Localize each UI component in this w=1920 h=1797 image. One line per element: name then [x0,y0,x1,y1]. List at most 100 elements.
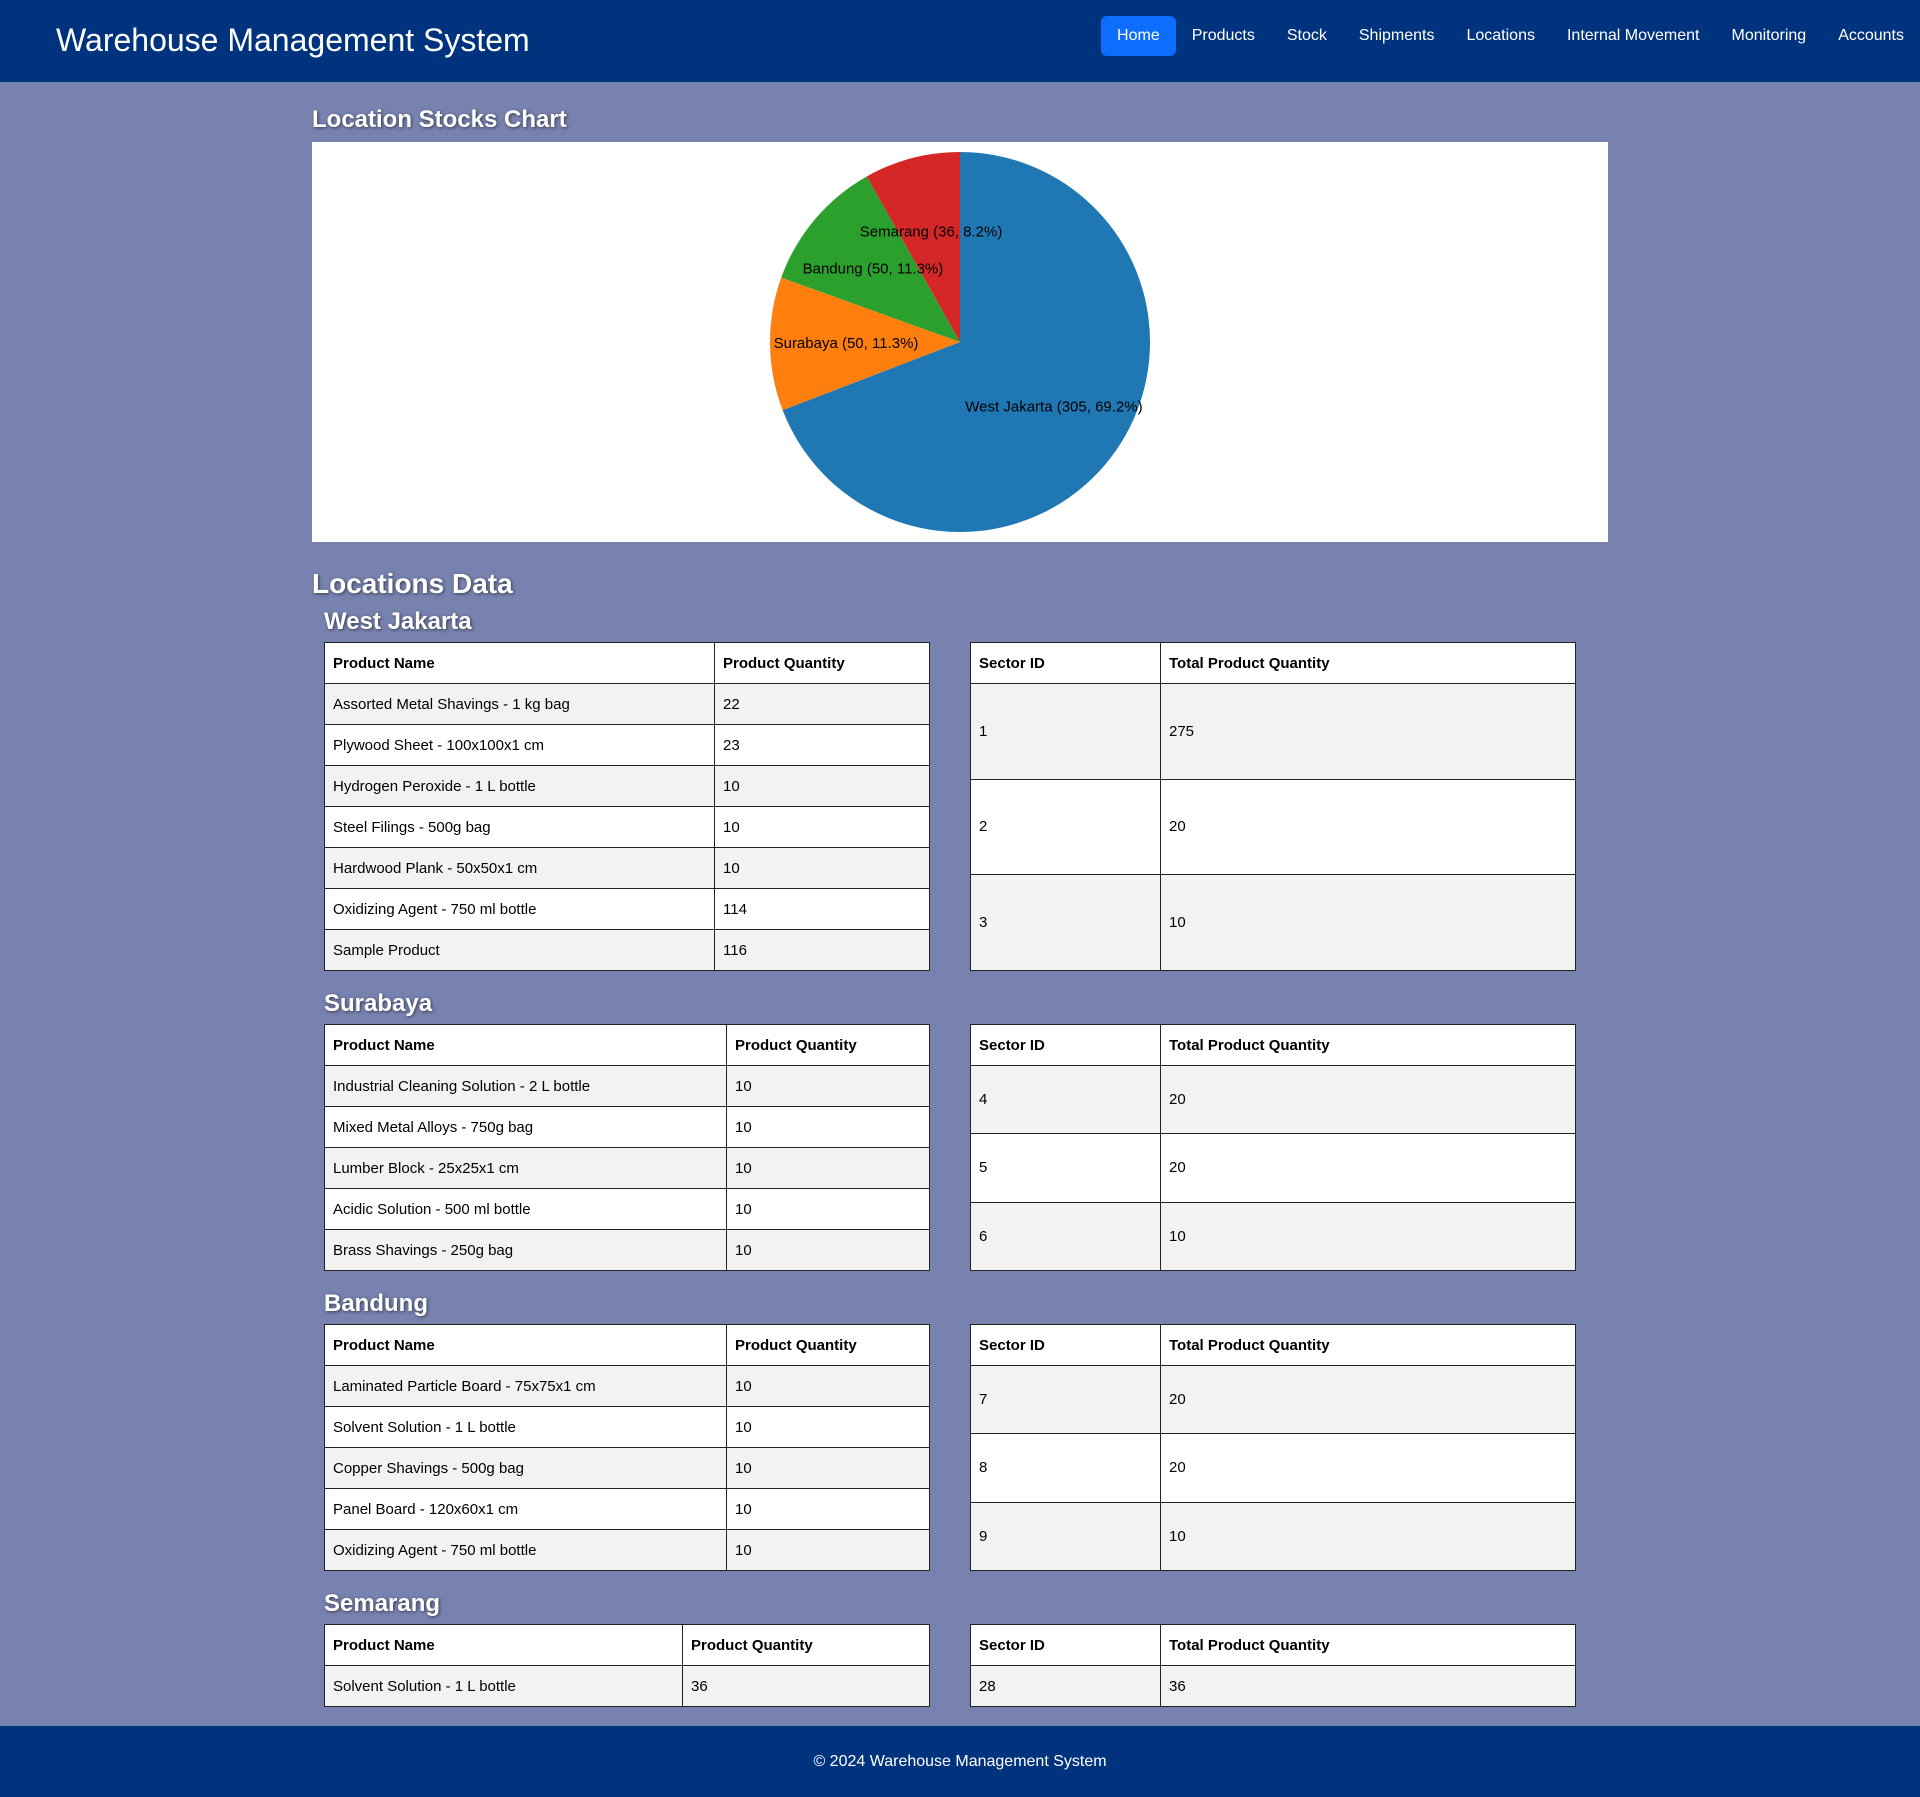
location-name: Surabaya [324,990,433,1017]
sector-id-cell: 7 [970,1364,1161,1435]
table-row: Plywood Sheet - 100x100x1 cm 23 [324,724,930,766]
nav-shipments[interactable]: Shipments [1343,16,1451,56]
header-product-name: Product Name [324,1324,727,1366]
nav-locations[interactable]: Locations [1450,16,1551,56]
table-row: 28 36 [970,1665,1576,1707]
sector-id-cell: 9 [970,1501,1161,1571]
location-stocks-chart: West Jakarta (305, 69.2%) Surabaya (50, 1… [312,142,1608,542]
product-name-cell: Mixed Metal Alloys - 750g bag [324,1106,727,1148]
product-name-cell: Plywood Sheet - 100x100x1 cm [324,724,715,766]
sector-total-cell: 20 [1160,778,1576,876]
main-nav: Home Products Stock Shipments Locations Inter… [1101,16,1920,56]
table-row: Solvent Solution - 1 L bottle 10 [324,1406,930,1448]
sectors-table: Sector ID Total Product Quantity 7 20 8 20 9 10 [970,1324,1576,1571]
header-sector-id: Sector ID [970,1024,1161,1066]
location-block: West Jakarta Product Name Product Quantity… [324,604,1576,971]
product-quantity-cell: 10 [726,1488,930,1530]
table-row: Lumber Block - 25x25x1 cm 10 [324,1147,930,1189]
product-name-cell: Hardwood Plank - 50x50x1 cm [324,847,715,889]
header-sector-id: Sector ID [970,1624,1161,1666]
table-row: 4 20 [970,1064,1576,1135]
sector-total-cell: 10 [1160,1501,1576,1571]
location-name: Bandung [324,1290,428,1317]
product-quantity-cell: 10 [726,1065,930,1107]
location-block: Semarang Product Name Product Quantity Solv… [324,1586,1576,1707]
product-name-cell: Solvent Solution - 1 L bottle [324,1665,683,1707]
table-row: 9 10 [970,1501,1576,1571]
product-name-cell: Industrial Cleaning Solution - 2 L bottl… [324,1065,727,1107]
header-sector-id: Sector ID [970,642,1161,684]
table-row: Laminated Particle Board - 75x75x1 cm 10 [324,1365,930,1407]
pie-label-0: West Jakarta (305, 69.2%) [965,399,1142,416]
nav-products[interactable]: Products [1176,16,1271,56]
table-row: Hardwood Plank - 50x50x1 cm 10 [324,847,930,889]
chart-section-title: Location Stocks Chart [312,106,567,133]
header-total-product-quantity: Total Product Quantity [1160,642,1576,684]
product-quantity-cell: 10 [726,1447,930,1489]
product-quantity-cell: 10 [714,765,930,807]
product-name-cell: Copper Shavings - 500g bag [324,1447,727,1489]
product-name-cell: Lumber Block - 25x25x1 cm [324,1147,727,1189]
product-quantity-cell: 36 [682,1665,930,1707]
product-name-cell: Assorted Metal Shavings - 1 kg bag [324,683,715,725]
location-block: Surabaya Product Name Product Quantity Indu… [324,986,1576,1271]
sector-total-cell: 20 [1160,1133,1576,1203]
sector-total-cell: 20 [1160,1064,1576,1135]
table-row: Sample Product 116 [324,929,930,971]
header-product-name: Product Name [324,642,715,684]
header-product-quantity: Product Quantity [714,642,930,684]
products-table: Product Name Product Quantity Solvent Solu… [324,1624,930,1707]
product-quantity-cell: 10 [714,806,930,848]
sector-id-cell: 3 [970,874,1161,971]
sector-id-cell: 4 [970,1064,1161,1135]
sector-total-cell: 275 [1160,683,1576,780]
product-quantity-cell: 10 [726,1106,930,1148]
table-row: Brass Shavings - 250g bag 10 [324,1229,930,1271]
nav-accounts[interactable]: Accounts [1822,16,1920,56]
nav-internal-movement[interactable]: Internal Movement [1551,16,1716,56]
pie-chart: West Jakarta (305, 69.2%) Surabaya (50, 1… [770,152,1150,532]
table-row: 5 20 [970,1133,1576,1203]
table-row: Assorted Metal Shavings - 1 kg bag 22 [324,683,930,725]
nav-stock[interactable]: Stock [1271,16,1343,56]
product-name-cell: Hydrogen Peroxide - 1 L bottle [324,765,715,807]
sector-total-cell: 20 [1160,1364,1576,1435]
header-product-quantity: Product Quantity [682,1624,930,1666]
product-name-cell: Steel Filings - 500g bag [324,806,715,848]
product-quantity-cell: 10 [726,1406,930,1448]
sectors-table: Sector ID Total Product Quantity 1 275 2 20 3 1… [970,642,1576,971]
sector-total-cell: 10 [1160,1201,1576,1271]
product-name-cell: Panel Board - 120x60x1 cm [324,1488,727,1530]
sector-id-cell: 28 [970,1665,1161,1707]
pie-label-1: Surabaya (50, 11.3%) [774,335,919,352]
table-row: Solvent Solution - 1 L bottle 36 [324,1665,930,1707]
location-name: West Jakarta [324,608,472,635]
products-table: Product Name Product Quantity Industrial C… [324,1024,930,1271]
table-row: 6 10 [970,1201,1576,1271]
product-quantity-cell: 10 [726,1229,930,1271]
table-row: Oxidizing Agent - 750 ml bottle 114 [324,888,930,930]
product-quantity-cell: 22 [714,683,930,725]
nav-home[interactable]: Home [1101,16,1176,56]
app-brand[interactable]: Warehouse Management System [56,22,530,59]
sector-total-cell: 36 [1160,1665,1576,1707]
table-row: 3 10 [970,874,1576,971]
product-quantity-cell: 10 [726,1147,930,1189]
sectors-table: Sector ID Total Product Quantity 28 36 [970,1624,1576,1707]
product-name-cell: Acidic Solution - 500 ml bottle [324,1188,727,1230]
pie-label-3: Semarang (36, 8.2%) [860,224,1003,241]
top-navbar: Warehouse Management System Home Products… [0,0,1920,82]
product-quantity-cell: 114 [714,888,930,930]
product-quantity-cell: 10 [726,1529,930,1571]
header-product-name: Product Name [324,1024,727,1066]
nav-monitoring[interactable]: Monitoring [1715,16,1822,56]
products-table: Product Name Product Quantity Laminated Pa… [324,1324,930,1571]
products-table: Product Name Product Quantity Assorted Met… [324,642,930,971]
table-row: 7 20 [970,1364,1576,1435]
location-name: Semarang [324,1590,441,1617]
sector-id-cell: 6 [970,1201,1161,1271]
product-quantity-cell: 10 [726,1365,930,1407]
sectors-table: Sector ID Total Product Quantity 4 20 5 20 6 10 [970,1024,1576,1271]
table-row: 8 20 [970,1433,1576,1503]
header-product-quantity: Product Quantity [726,1324,930,1366]
